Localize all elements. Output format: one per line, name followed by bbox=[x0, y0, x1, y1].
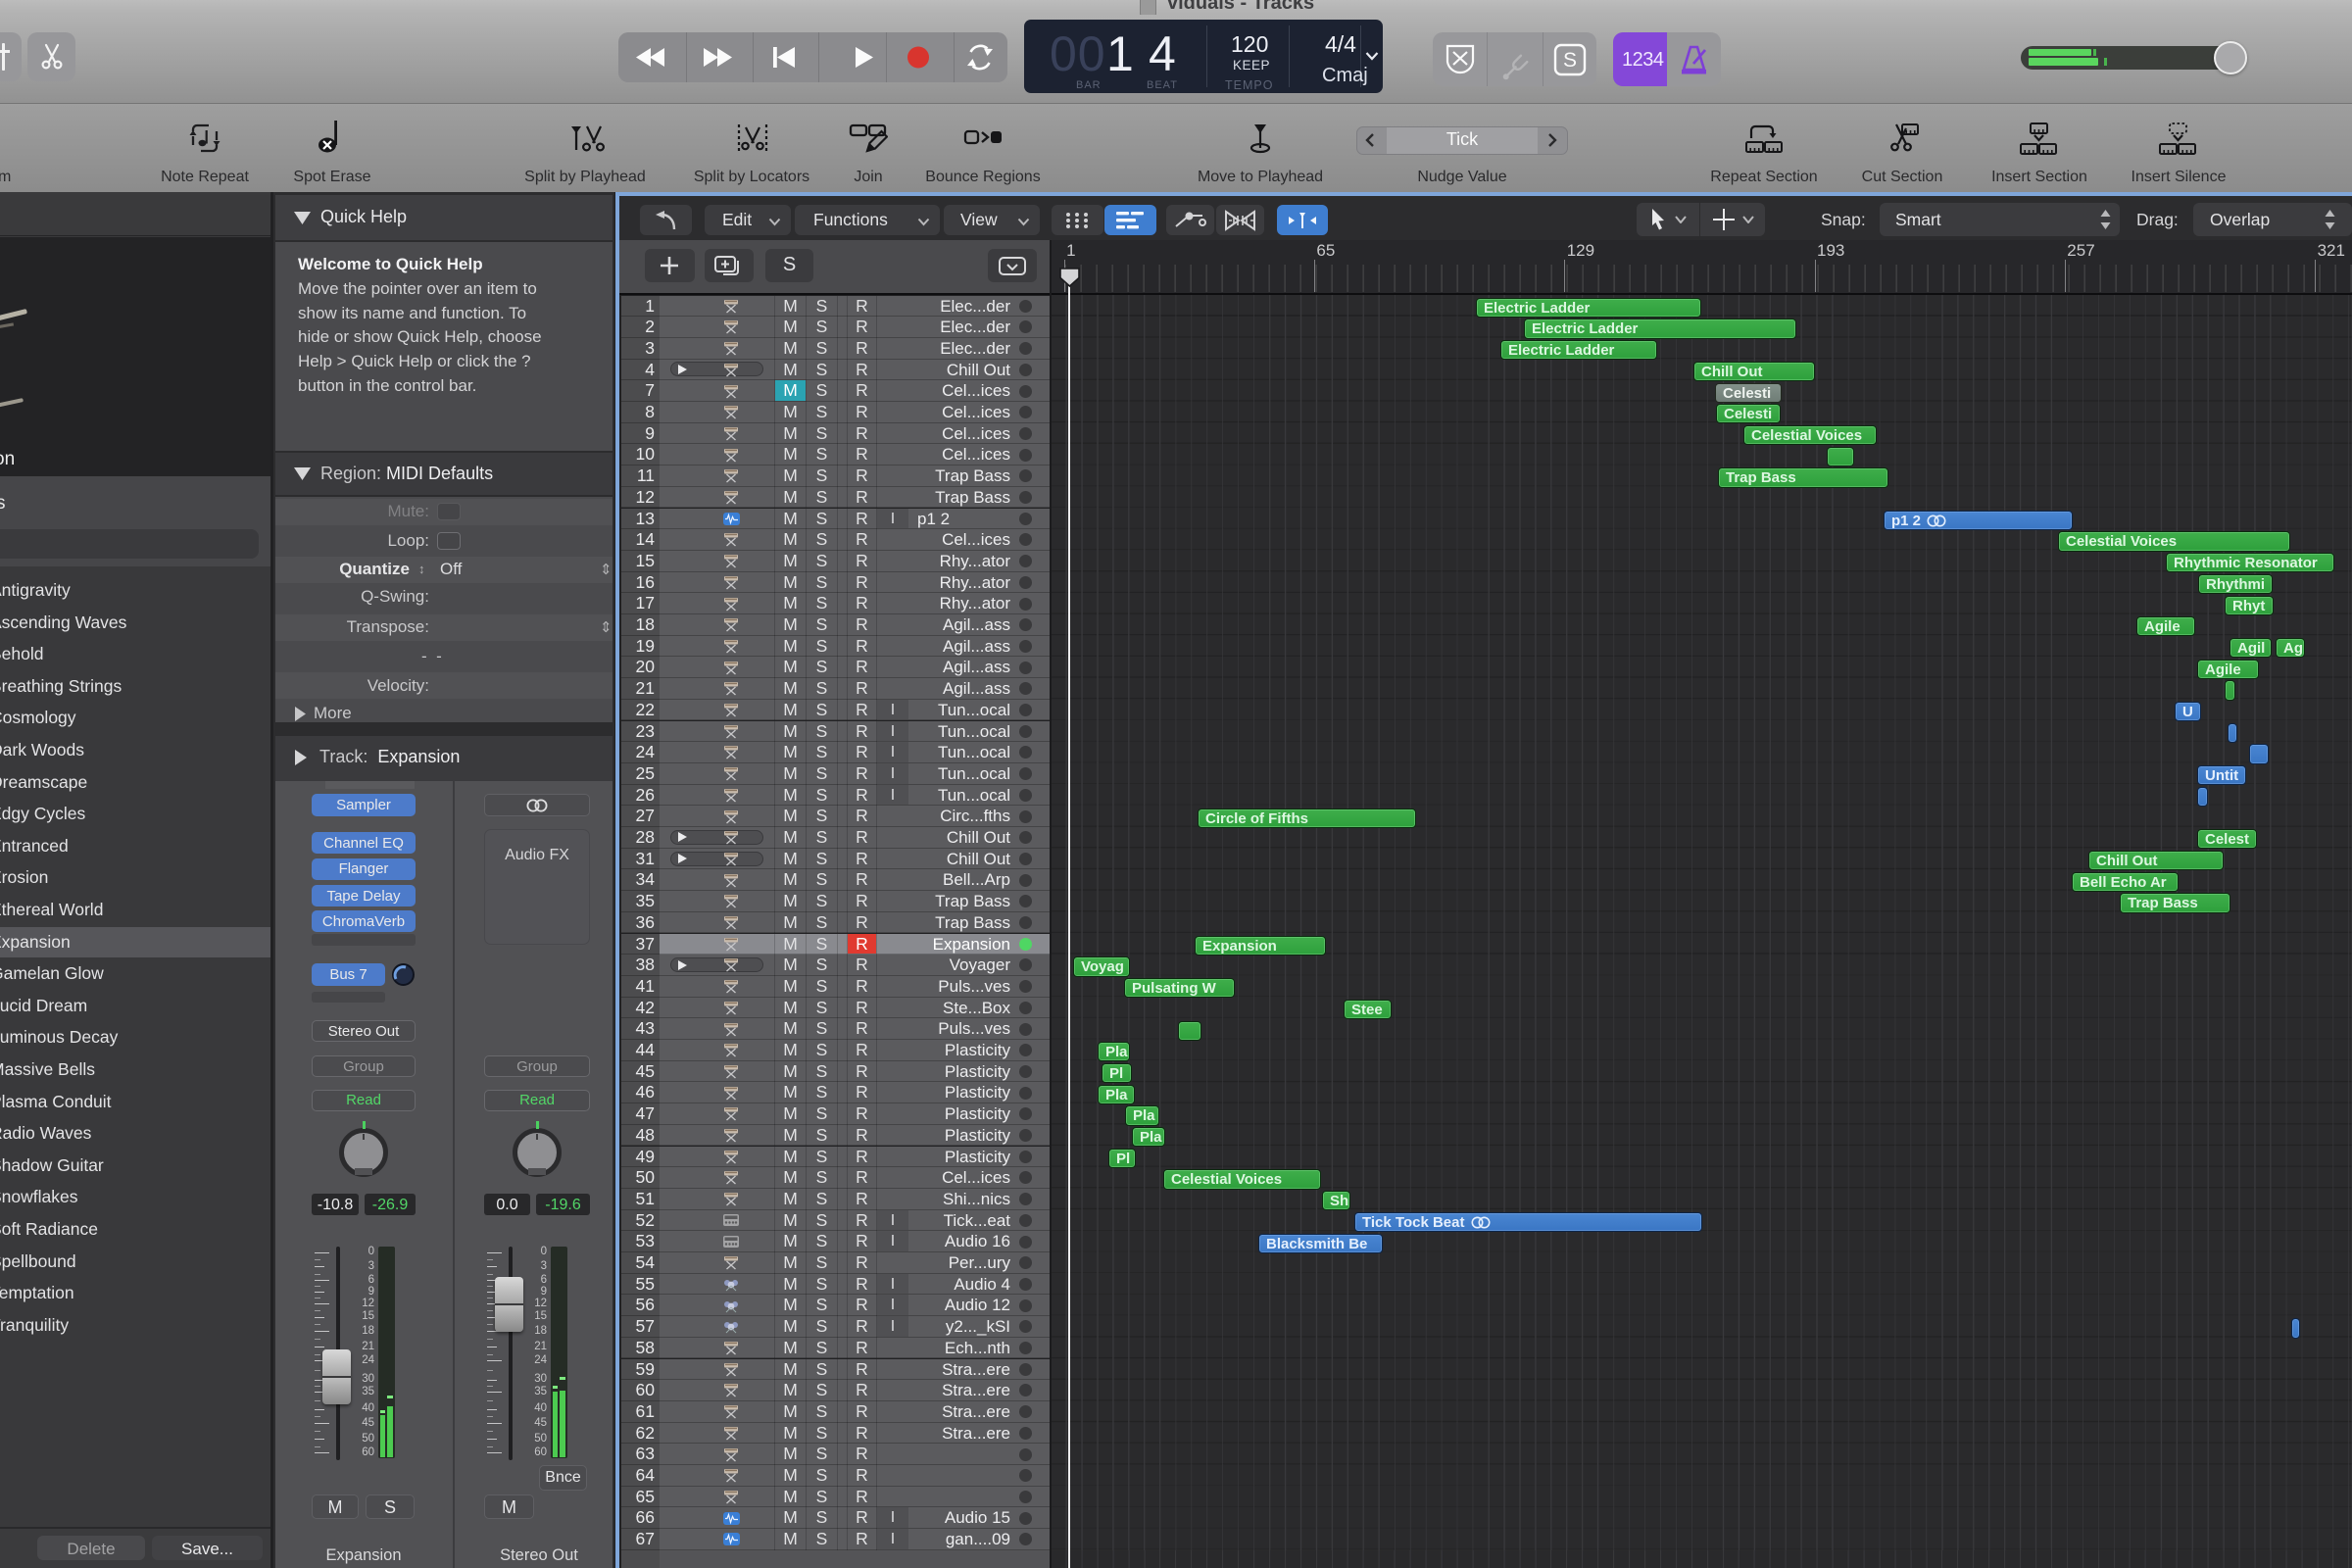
svg-text:S: S bbox=[1563, 49, 1577, 72]
